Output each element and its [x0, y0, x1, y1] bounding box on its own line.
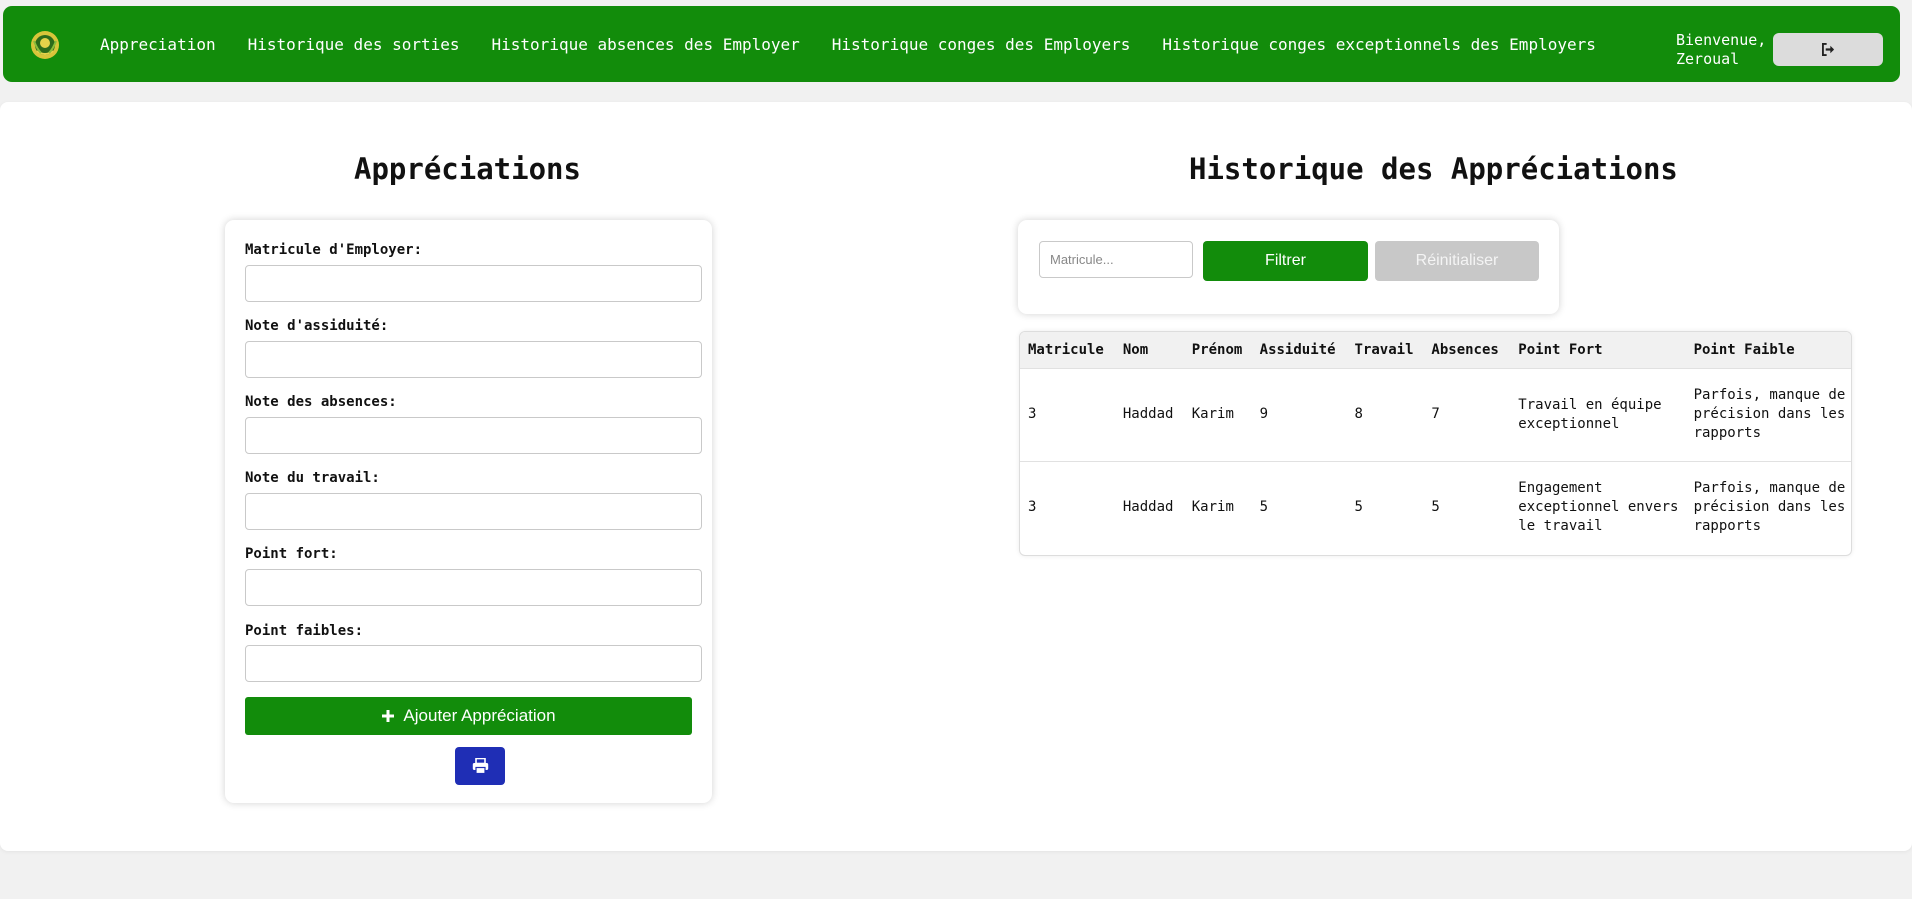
matricule-input[interactable]: [245, 265, 702, 302]
appreciations-table: Matricule Nom Prénom Assiduité Travail A…: [1020, 332, 1851, 554]
logout-button[interactable]: [1773, 33, 1883, 66]
appreciations-title: Appréciations: [354, 152, 581, 186]
note-assiduite-input[interactable]: [245, 341, 702, 378]
table-row: 3 Haddad Karim 9 8 7 Travail en équipe e…: [1020, 368, 1851, 461]
matricule-filter-input[interactable]: [1039, 241, 1193, 278]
nav-link-historique-conges-exceptionnels[interactable]: Historique conges exceptionnels des Empl…: [1162, 35, 1595, 54]
nav-link-appreciation[interactable]: Appreciation: [100, 35, 216, 54]
table-cell: Haddad: [1122, 499, 1174, 516]
print-button[interactable]: [455, 747, 505, 785]
column-header: Prénom: [1191, 341, 1243, 358]
note-travail-input[interactable]: [245, 493, 702, 530]
welcome-text: Bienvenue, Zeroual: [1676, 31, 1771, 69]
table-cell: Karim: [1191, 406, 1234, 422]
point-faibles-label: Point faibles:: [245, 623, 364, 639]
note-travail-label: Note du travail:: [245, 470, 380, 486]
reset-button[interactable]: Réinitialiser: [1375, 241, 1539, 281]
nav-links: Appreciation Historique des sorties Hist…: [100, 6, 1628, 82]
welcome-username: Zeroual: [1676, 50, 1740, 68]
nav-link-historique-conges[interactable]: Historique conges des Employers: [832, 35, 1131, 54]
column-header: Point Fort: [1518, 341, 1603, 358]
welcome-greeting: Bienvenue,: [1676, 31, 1767, 49]
column-header: Nom: [1122, 341, 1149, 358]
table-cell: 3: [1028, 499, 1037, 516]
main-content: Appréciations Historique des Appréciatio…: [0, 102, 1912, 851]
logo-emblem-icon: [31, 31, 59, 59]
column-header: Absences: [1431, 341, 1499, 358]
column-header: Point Faible: [1693, 341, 1795, 358]
table-header-row: Matricule Nom Prénom Assiduité Travail A…: [1020, 332, 1851, 368]
table-cell: 8: [1354, 406, 1363, 422]
table-cell: 9: [1259, 406, 1269, 422]
table-cell: 5: [1431, 499, 1440, 516]
table-cell: 5: [1354, 499, 1363, 516]
column-header: Assiduité: [1259, 341, 1336, 358]
table-cell: Haddad: [1122, 406, 1174, 422]
column-header: Travail: [1354, 341, 1414, 358]
add-appreciation-button[interactable]: Ajouter Appréciation: [245, 697, 692, 735]
note-absences-label: Note des absences:: [245, 394, 397, 410]
point-faibles-input[interactable]: [245, 645, 702, 682]
history-title: Historique des Appréciations: [1189, 152, 1678, 186]
table-cell: Travail en équipe exceptionnel: [1518, 396, 1662, 432]
note-absences-input[interactable]: [245, 417, 702, 454]
filter-panel: Filtrer Réinitialiser: [1018, 220, 1559, 314]
sign-out-icon: [1821, 43, 1834, 56]
table-cell: Karim: [1191, 499, 1234, 516]
table-cell: 5: [1259, 499, 1269, 516]
column-header: Matricule: [1028, 341, 1104, 358]
table-cell: 3: [1028, 406, 1037, 422]
matricule-label: Matricule d'Employer:: [245, 242, 423, 258]
appreciations-table-wrapper: Matricule Nom Prénom Assiduité Travail A…: [1019, 331, 1852, 556]
top-navbar: Appreciation Historique des sorties Hist…: [3, 6, 1900, 82]
print-icon: [472, 758, 488, 774]
filter-button[interactable]: Filtrer: [1203, 241, 1368, 281]
nav-link-historique-absences[interactable]: Historique absences des Employer: [492, 35, 800, 54]
plus-icon: [382, 710, 395, 722]
table-cell: Engagement exceptionnel envers le travai…: [1518, 480, 1679, 535]
table-cell: Parfois, manque de précision dans les ra…: [1693, 387, 1846, 441]
note-assiduite-label: Note d'assiduité:: [245, 318, 389, 334]
point-fort-input[interactable]: [245, 569, 702, 606]
table-cell: 7: [1431, 406, 1440, 422]
point-fort-label: Point fort:: [245, 546, 338, 562]
table-cell: Parfois, manque de précision dans les ra…: [1693, 480, 1846, 535]
add-appreciation-label: Ajouter Appréciation: [403, 706, 556, 725]
table-row: 3 Haddad Karim 5 5 5 Engagement exceptio…: [1020, 461, 1851, 554]
appreciation-form: Matricule d'Employer: Note d'assiduité: …: [225, 220, 712, 803]
nav-link-historique-sorties[interactable]: Historique des sorties: [248, 35, 460, 54]
